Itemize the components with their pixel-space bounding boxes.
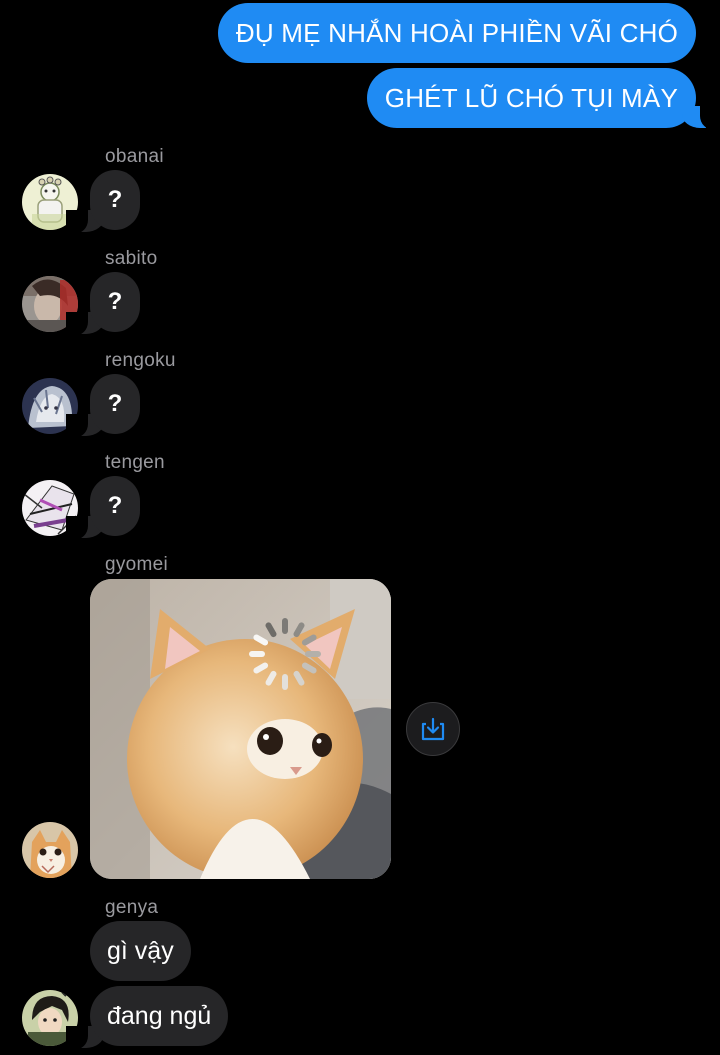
outgoing-message[interactable]: ĐỤ MẸ NHẮN HOÀI PHIỀN VÃI CHÓ: [217, 3, 696, 63]
sender-name: genya: [105, 897, 159, 918]
incoming-message[interactable]: ?: [90, 170, 140, 230]
sender-name: sabito: [105, 248, 158, 269]
save-to-device-icon[interactable]: [406, 702, 460, 756]
sender-name: tengen: [105, 452, 165, 473]
sender-name: gyomei: [105, 554, 169, 575]
incoming-message[interactable]: đang ngủ: [90, 986, 229, 1046]
gyomei-avatar[interactable]: [22, 822, 78, 878]
sender-name: obanai: [105, 146, 164, 167]
cat-photo[interactable]: [90, 579, 391, 879]
incoming-message[interactable]: ?: [90, 374, 140, 434]
incoming-message[interactable]: gì vậy: [90, 921, 191, 981]
sender-name: rengoku: [105, 350, 176, 371]
outgoing-message[interactable]: GHÉT LŨ CHÓ TỤI MÀY: [366, 68, 696, 128]
incoming-message[interactable]: ?: [90, 272, 140, 332]
incoming-message[interactable]: ?: [90, 476, 140, 536]
